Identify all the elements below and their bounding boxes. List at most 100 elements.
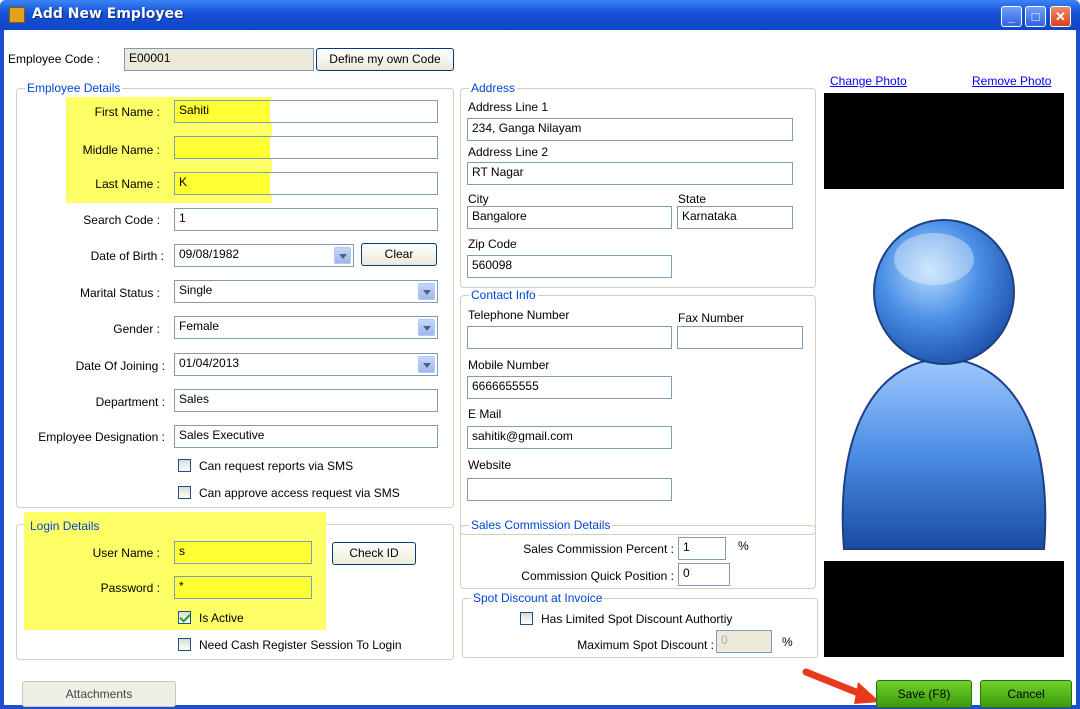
- sms-approve-label: Can approve access request via SMS: [199, 486, 400, 500]
- marital-status-select[interactable]: Single: [174, 280, 438, 303]
- cancel-button[interactable]: Cancel: [980, 680, 1072, 708]
- close-button[interactable]: ✕: [1050, 6, 1071, 27]
- mobile-input[interactable]: 6666655555: [467, 376, 672, 399]
- cash-register-label: Need Cash Register Session To Login: [199, 638, 402, 652]
- city-input[interactable]: Bangalore: [467, 206, 672, 229]
- telephone-label: Telephone Number: [468, 308, 570, 322]
- commission-percent-label: Sales Commission Percent :: [523, 542, 674, 556]
- commission-quick-label: Commission Quick Position :: [521, 569, 674, 583]
- middle-name-label: Middle Name :: [82, 143, 160, 157]
- define-own-code-button[interactable]: Define my own Code: [316, 48, 454, 71]
- address-line1-label: Address Line 1: [468, 100, 549, 114]
- doj-label: Date Of Joining :: [75, 359, 165, 373]
- max-spot-input[interactable]: 0: [716, 630, 772, 653]
- first-name-input[interactable]: Sahiti: [174, 100, 438, 123]
- person-body: [841, 357, 1047, 550]
- marital-status-label: Marital Status :: [79, 286, 160, 300]
- commission-title: Sales Commission Details: [469, 518, 613, 532]
- maximize-button[interactable]: □: [1025, 6, 1046, 27]
- marital-status-value: Single: [179, 283, 213, 297]
- website-label: Website: [468, 458, 512, 472]
- login-details-title: Login Details: [30, 519, 100, 533]
- cash-register-checkbox[interactable]: [178, 638, 191, 651]
- dob-label: Date of Birth :: [90, 249, 164, 263]
- designation-input[interactable]: Sales Executive: [174, 425, 438, 448]
- commission-percent-input[interactable]: 1: [678, 537, 726, 560]
- is-active-checkbox[interactable]: [178, 611, 191, 624]
- password-input[interactable]: *: [174, 576, 312, 599]
- username-label: User Name :: [92, 546, 160, 560]
- limited-spot-checkbox[interactable]: [520, 612, 533, 625]
- gender-label: Gender :: [113, 322, 160, 336]
- arrow-icon: [802, 668, 880, 704]
- gender-value: Female: [179, 319, 220, 333]
- last-name-label: Last Name :: [95, 177, 160, 191]
- last-name-input[interactable]: K: [174, 172, 438, 195]
- limited-spot-label: Has Limited Spot Discount Authortiy: [541, 612, 733, 626]
- commission-percent-unit: %: [738, 539, 749, 553]
- save-button[interactable]: Save (F8): [876, 680, 972, 708]
- attachments-button[interactable]: Attachments: [22, 681, 176, 707]
- designation-label: Employee Designation :: [38, 430, 165, 444]
- photo-top-band: [824, 93, 1064, 189]
- max-spot-unit: %: [782, 635, 793, 649]
- address-line2-label: Address Line 2: [468, 145, 549, 159]
- check-id-button[interactable]: Check ID: [332, 542, 416, 565]
- address-line2-input[interactable]: RT Nagar: [467, 162, 793, 185]
- telephone-input[interactable]: [467, 326, 672, 349]
- employee-code-field[interactable]: E00001: [124, 48, 314, 71]
- mobile-label: Mobile Number: [468, 358, 550, 372]
- photo-placeholder: [841, 219, 1047, 550]
- max-spot-label: Maximum Spot Discount :: [577, 638, 714, 652]
- fax-label: Fax Number: [678, 311, 745, 325]
- title-bar: Add New Employee _ □ ✕: [0, 0, 1080, 30]
- gender-dropdown-icon[interactable]: [418, 319, 435, 336]
- username-input[interactable]: s: [174, 541, 312, 564]
- minimize-button[interactable]: _: [1001, 6, 1022, 27]
- commission-quick-input[interactable]: 0: [678, 563, 730, 586]
- doj-value: 01/04/2013: [179, 356, 240, 370]
- middle-name-input[interactable]: [174, 136, 438, 159]
- password-label: Password :: [100, 581, 160, 595]
- sms-reports-label: Can request reports via SMS: [199, 459, 354, 473]
- doj-select[interactable]: 01/04/2013: [174, 353, 438, 376]
- search-code-label: Search Code :: [83, 213, 160, 227]
- zip-input[interactable]: 560098: [467, 255, 672, 278]
- city-label: City: [468, 192, 489, 206]
- close-icon: ✕: [1055, 9, 1066, 24]
- email-label: E Mail: [468, 407, 502, 421]
- spot-discount-title: Spot Discount at Invoice: [471, 591, 605, 605]
- gender-select[interactable]: Female: [174, 316, 438, 339]
- dob-dropdown-icon[interactable]: [334, 247, 351, 264]
- address-title: Address: [469, 81, 518, 95]
- zip-label: Zip Code: [468, 237, 517, 251]
- employee-code-label: Employee Code :: [8, 52, 101, 66]
- state-input[interactable]: Karnataka: [677, 206, 793, 229]
- sms-reports-checkbox[interactable]: [178, 459, 191, 472]
- address-line1-input[interactable]: 234, Ganga Nilayam: [467, 118, 793, 141]
- dialog-body: Employee Code : E00001 Define my own Cod…: [4, 30, 1076, 708]
- sms-approve-checkbox[interactable]: [178, 486, 191, 499]
- employee-details-title: Employee Details: [25, 81, 123, 95]
- is-active-label: Is Active: [199, 611, 244, 625]
- remove-photo-link[interactable]: Remove Photo: [972, 74, 1051, 88]
- contact-info-title: Contact Info: [469, 288, 538, 302]
- maximize-icon: □: [1031, 9, 1040, 24]
- fax-input[interactable]: [677, 326, 803, 349]
- dob-picker[interactable]: 09/08/1982: [174, 244, 354, 267]
- email-input[interactable]: sahitik@gmail.com: [467, 426, 672, 449]
- search-code-input[interactable]: 1: [174, 208, 438, 231]
- website-input[interactable]: [467, 478, 672, 501]
- department-input[interactable]: Sales: [174, 389, 438, 412]
- minimize-icon: _: [1007, 9, 1016, 24]
- change-photo-link[interactable]: Change Photo: [830, 74, 907, 88]
- dob-clear-button[interactable]: Clear: [361, 243, 437, 266]
- dob-value: 09/08/1982: [179, 247, 240, 261]
- doj-dropdown-icon[interactable]: [418, 356, 435, 373]
- app-icon: [9, 7, 25, 23]
- add-employee-window: Add New Employee _ □ ✕ Employee Code : E…: [0, 0, 1080, 709]
- window-title: Add New Employee: [32, 6, 184, 22]
- first-name-label: First Name :: [94, 105, 160, 119]
- marital-status-dropdown-icon[interactable]: [418, 283, 435, 300]
- state-label: State: [678, 192, 707, 206]
